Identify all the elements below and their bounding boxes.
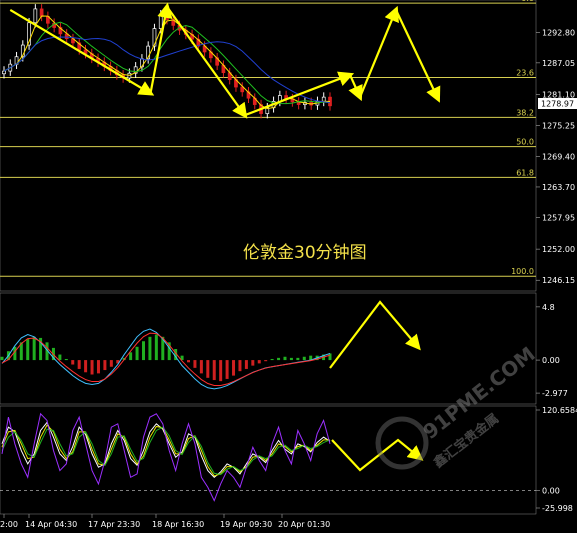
price-tick-label-8: 1246.15 bbox=[542, 276, 575, 285]
price-tick-label-0: 1292.80 bbox=[542, 28, 575, 37]
chart-title: 伦敦金30分钟图 bbox=[243, 243, 367, 263]
price-tick-label-6: 1257.95 bbox=[542, 214, 575, 223]
osc-tick-label-0: 120.6584 bbox=[542, 406, 577, 415]
candle-body-0 bbox=[2, 70, 6, 75]
fib-label-0: 0.0 bbox=[521, 0, 534, 3]
macd-tick-label-2: -2.977 bbox=[542, 389, 568, 398]
fibonacci-levels: 0.0 23.6 38.2 50.0 61.8 100.0 bbox=[0, 0, 536, 277]
macd-projection-arrow bbox=[329, 300, 421, 369]
moving-averages bbox=[3, 15, 331, 110]
macd-tick-label-1: 0.00 bbox=[542, 356, 560, 365]
time-tick-label-0: 2:00 bbox=[0, 520, 18, 529]
projection-arrow-2 bbox=[166, 6, 248, 119]
price-axis: 1292.801287.051281.101275.251269.401263.… bbox=[536, 28, 575, 285]
ma-slow-line bbox=[3, 36, 331, 104]
projection-arrow-4 bbox=[348, 74, 363, 102]
price-tick-label-1: 1287.05 bbox=[542, 59, 575, 68]
time-tick-label-4: 19 Apr 09:30 bbox=[220, 520, 272, 529]
osc-tick-label-2: -25.998 bbox=[542, 504, 573, 513]
projection-arrow-1 bbox=[149, 2, 173, 94]
watermark: 91PME.COM 鑫汇宝贵金属 bbox=[375, 342, 540, 472]
time-axis: 2:00 14 Apr 04:30 17 Apr 23:30 18 Apr 16:30… bbox=[0, 514, 330, 529]
fib-label-2: 38.2 bbox=[516, 108, 534, 117]
fib-label-1: 23.6 bbox=[516, 68, 534, 77]
fib-label-5: 100.0 bbox=[511, 267, 534, 276]
projection-arrows bbox=[9, 2, 441, 472]
current-price-marker: 1278.97 bbox=[538, 98, 577, 109]
ma-fast-line bbox=[3, 15, 331, 110]
macd-panel-frame bbox=[0, 292, 537, 405]
macd-slow-line bbox=[1, 332, 331, 387]
time-tick-label-2: 17 Apr 23:30 bbox=[88, 520, 140, 529]
fib-label-3: 50.0 bbox=[516, 138, 534, 147]
time-tick-label-1: 14 Apr 04:30 bbox=[25, 520, 77, 529]
price-tick-label-7: 1252.00 bbox=[542, 245, 575, 254]
macd-signal-line bbox=[1, 328, 331, 390]
time-tick-label-5: 20 Apr 01:30 bbox=[278, 520, 330, 529]
osc-tick-label-1: 0.00 bbox=[542, 487, 560, 496]
current-price-label: 1278.97 bbox=[541, 100, 574, 109]
gold-30min-chart: 0.0 23.6 38.2 50.0 61.8 100.0 1292.80 1287.05 1… bbox=[0, 0, 577, 529]
candle-body-25 bbox=[158, 14, 163, 29]
macd-tick-label-0: 4.8 bbox=[542, 303, 555, 312]
candle-body-6 bbox=[39, 8, 44, 17]
oscillator-line-3 bbox=[1, 412, 331, 502]
projection-arrow-6 bbox=[395, 9, 441, 103]
projection-arrow-0 bbox=[9, 9, 155, 96]
price-tick-label-4: 1269.40 bbox=[542, 153, 575, 162]
time-tick-label-3: 18 Apr 16:30 bbox=[152, 520, 204, 529]
candle-body-5 bbox=[33, 8, 38, 24]
price-tick-label-5: 1263.70 bbox=[542, 183, 575, 192]
projection-arrow-5 bbox=[358, 5, 399, 98]
fib-label-4: 61.8 bbox=[516, 168, 534, 177]
price-tick-label-3: 1275.25 bbox=[542, 122, 575, 131]
